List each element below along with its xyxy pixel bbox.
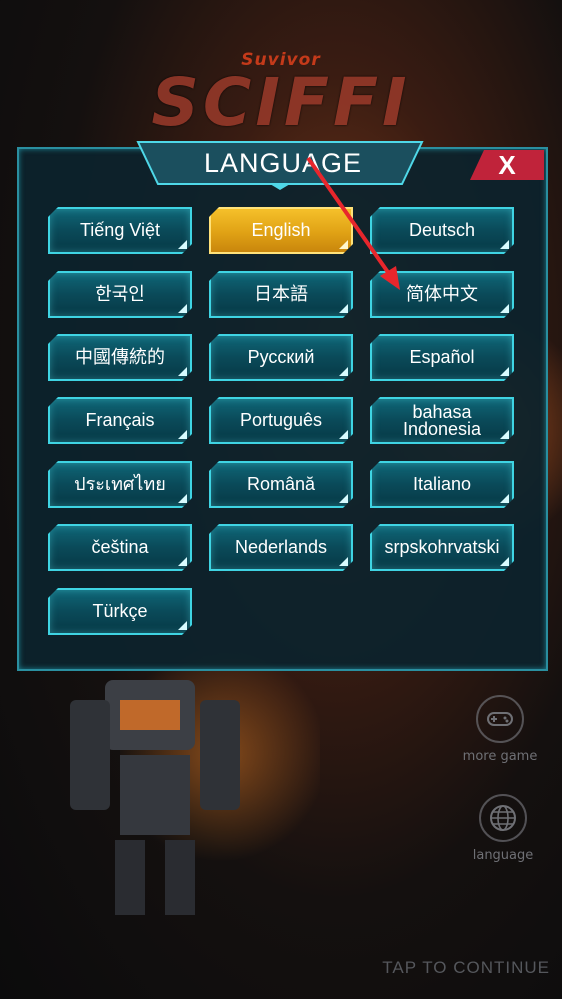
language-option[interactable]: 简体中文 [370, 271, 514, 318]
language-option-label: 한국인 [95, 284, 145, 304]
language-option[interactable]: srpskohrvatski [370, 524, 514, 571]
language-option-label: Português [239, 410, 323, 430]
language-option-label: Русский [247, 347, 315, 367]
language-option-label: bahasa Indonesia [402, 401, 482, 439]
language-option[interactable]: ประเทศไทย [48, 461, 192, 508]
close-icon[interactable]: X [470, 150, 544, 180]
corner-accent [339, 367, 348, 376]
corner-accent [339, 557, 348, 566]
globe-icon [479, 794, 527, 842]
language-option[interactable]: Türkçe [48, 588, 192, 635]
language-option-label: 中國傳統的 [75, 347, 165, 367]
language-option-label: Română [246, 474, 316, 494]
language-option[interactable]: 中國傳統的 [48, 334, 192, 381]
language-option[interactable]: 한국인 [48, 271, 192, 318]
corner-accent [178, 557, 187, 566]
language-option[interactable]: bahasa Indonesia [370, 397, 514, 444]
language-option-label: srpskohrvatski [384, 537, 500, 557]
corner-accent [500, 304, 509, 313]
language-option-label: čeština [91, 537, 149, 557]
language-option-label: ประเทศไทย [74, 474, 166, 494]
language-option-label: Türkçe [92, 601, 148, 621]
language-option[interactable]: Português [209, 397, 353, 444]
corner-accent [500, 494, 509, 503]
language-option-label: English [251, 220, 311, 240]
language-option[interactable]: čeština [48, 524, 192, 571]
language-option[interactable]: English [209, 207, 353, 254]
language-option-label: Tiếng Việt [79, 220, 161, 240]
mech-robot-illustration [70, 680, 240, 915]
language-option[interactable]: Deutsch [370, 207, 514, 254]
language-option[interactable]: Español [370, 334, 514, 381]
more-game-button[interactable]: more game [445, 695, 555, 764]
language-label: language [472, 848, 534, 863]
tap-to-continue[interactable]: TAP TO CONTINUE [360, 958, 550, 978]
language-option-label: Nederlands [234, 537, 328, 557]
corner-accent [500, 557, 509, 566]
language-option-label: 简体中文 [406, 284, 478, 304]
logo-title: SCIFFI [151, 64, 411, 141]
corner-accent [500, 367, 509, 376]
language-option-label: Deutsch [408, 220, 476, 240]
corner-accent [178, 621, 187, 630]
game-logo: Suvivor SCIFFI [0, 50, 562, 136]
language-option-label: Italiano [412, 474, 472, 494]
dialog-title: LANGUAGE [203, 148, 363, 178]
corner-accent [178, 494, 187, 503]
language-option-label: 日本語 [254, 284, 308, 304]
language-option[interactable]: Русский [209, 334, 353, 381]
corner-accent [178, 304, 187, 313]
language-button[interactable]: language [448, 794, 558, 863]
language-option-label: Español [409, 347, 475, 367]
corner-accent [339, 430, 348, 439]
corner-accent [500, 430, 509, 439]
language-option[interactable]: Nederlands [209, 524, 353, 571]
language-option-label: Français [85, 410, 155, 430]
more-game-label: more game [462, 749, 538, 764]
corner-accent [178, 240, 187, 249]
corner-accent [178, 430, 187, 439]
corner-accent [339, 304, 348, 313]
language-option[interactable]: Français [48, 397, 192, 444]
corner-accent [339, 494, 348, 503]
language-option[interactable]: Tiếng Việt [48, 207, 192, 254]
language-option[interactable]: 日本語 [209, 271, 353, 318]
language-option[interactable]: Română [209, 461, 353, 508]
gamepad-icon [476, 695, 524, 743]
language-option[interactable]: Italiano [370, 461, 514, 508]
corner-accent [500, 240, 509, 249]
corner-accent [339, 240, 348, 249]
corner-accent [178, 367, 187, 376]
